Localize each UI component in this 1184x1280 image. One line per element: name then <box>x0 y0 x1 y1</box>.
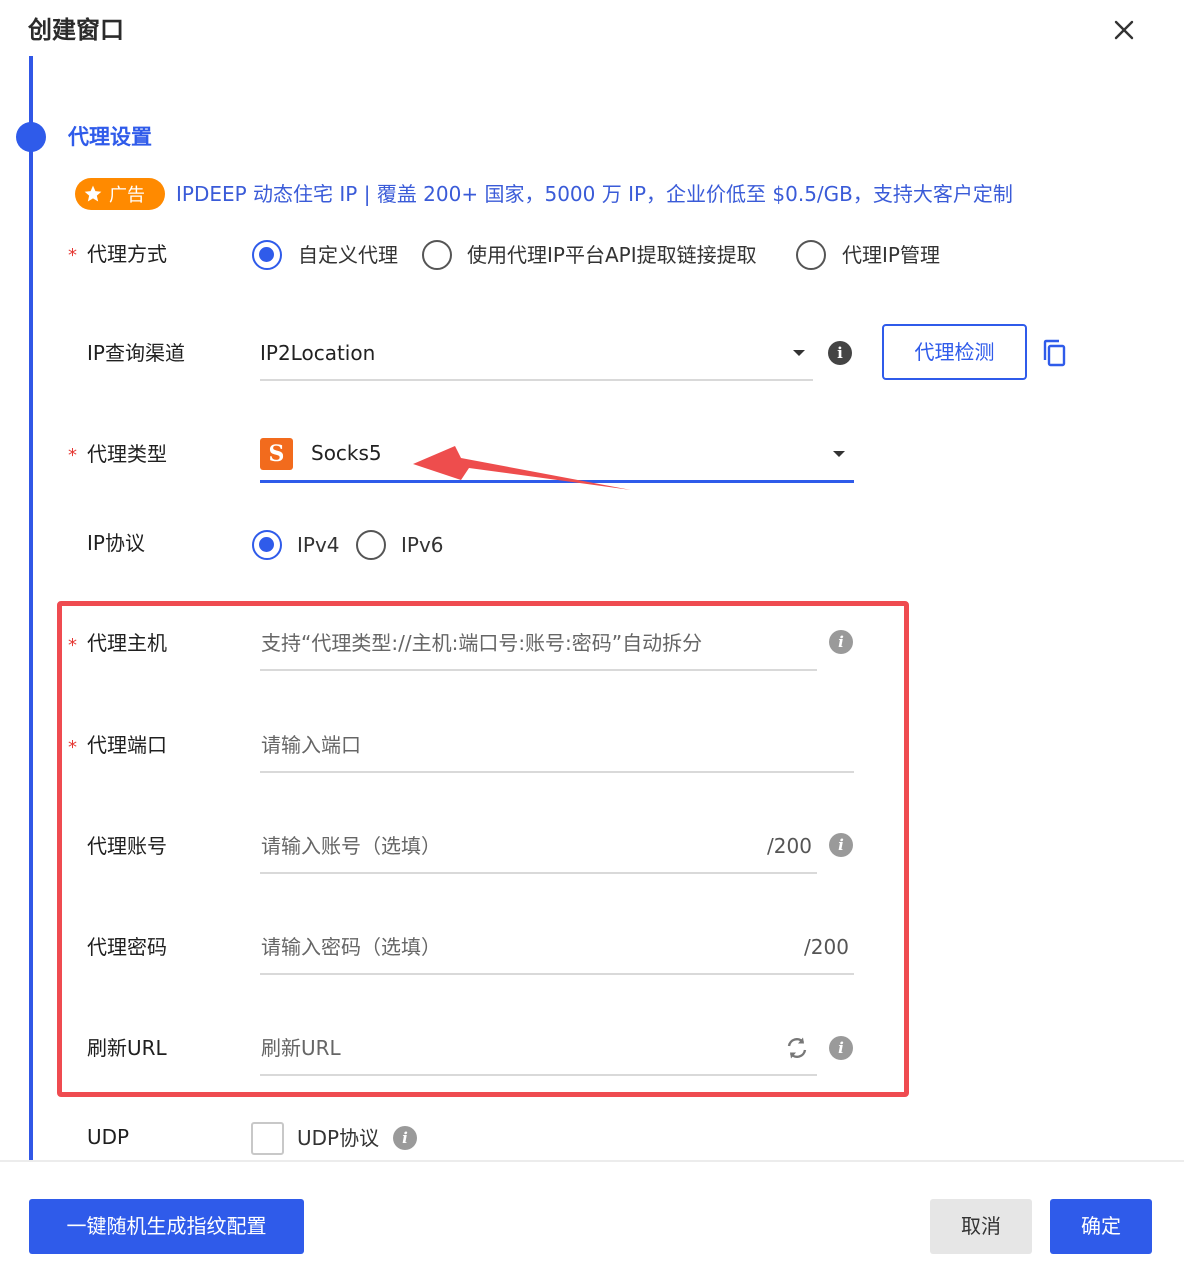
proxy-host-underline <box>260 669 817 671</box>
proxy-check-button[interactable]: 代理检测 <box>882 324 1027 380</box>
chevron-down-icon[interactable] <box>793 350 805 356</box>
proxy-host-label: 代理主机 <box>87 631 167 655</box>
radio-ipv4[interactable] <box>252 530 282 560</box>
proxy-port-input[interactable] <box>261 729 846 761</box>
refresh-url-input[interactable] <box>261 1032 771 1064</box>
radio-proxy-ip-manage[interactable] <box>796 240 826 270</box>
footer-divider <box>0 1160 1184 1162</box>
proxy-password-underline <box>260 973 854 975</box>
info-icon[interactable]: i <box>829 1036 853 1060</box>
radio-ipv6[interactable] <box>356 530 386 560</box>
timeline-line <box>29 56 33 1161</box>
proxy-port-underline <box>260 771 854 773</box>
radio-api-extract[interactable] <box>422 240 452 270</box>
radio-proxy-ip-manage-label[interactable]: 代理IP管理 <box>842 239 940 271</box>
ip-protocol-label: IP协议 <box>87 531 145 555</box>
confirm-button[interactable]: 确定 <box>1050 1199 1152 1254</box>
udp-checkbox-label[interactable]: UDP协议 <box>297 1122 379 1154</box>
ip-channel-select[interactable]: IP2Location <box>260 337 790 369</box>
cancel-button[interactable]: 取消 <box>930 1199 1032 1254</box>
ad-badge[interactable]: 广告 <box>75 178 165 210</box>
ip-channel-underline <box>260 379 813 381</box>
proxy-port-label: 代理端口 <box>87 733 167 757</box>
refresh-url-underline <box>260 1074 817 1076</box>
radio-custom-proxy[interactable] <box>252 240 282 270</box>
annotation-arrow <box>413 446 631 490</box>
socks-type-icon: S <box>260 438 293 470</box>
proxy-account-input[interactable] <box>261 830 751 862</box>
char-counter: /200 <box>804 935 849 959</box>
timeline-step-dot <box>16 122 46 152</box>
random-fingerprint-button[interactable]: 一键随机生成指纹配置 <box>29 1199 304 1254</box>
radio-ipv6-label[interactable]: IPv6 <box>401 529 444 561</box>
copy-icon[interactable] <box>1040 338 1070 368</box>
proxy-account-label: 代理账号 <box>87 834 167 858</box>
ip-channel-label: IP查询渠道 <box>87 341 185 365</box>
char-counter: /200 <box>767 834 812 858</box>
section-title: 代理设置 <box>68 125 152 149</box>
info-icon[interactable]: i <box>829 630 853 654</box>
chevron-down-icon[interactable] <box>833 451 845 457</box>
info-icon[interactable]: i <box>828 341 852 365</box>
radio-custom-proxy-label[interactable]: 自定义代理 <box>298 239 398 271</box>
star-icon <box>84 185 102 202</box>
required-mark: * <box>68 445 77 466</box>
radio-ipv4-label[interactable]: IPv4 <box>297 529 340 561</box>
close-icon <box>1114 20 1134 40</box>
radio-api-extract-label[interactable]: 使用代理IP平台API提取链接提取 <box>467 239 757 271</box>
proxy-type-label: 代理类型 <box>87 442 167 466</box>
required-mark: * <box>68 245 77 266</box>
required-mark: * <box>68 737 77 758</box>
refresh-icon[interactable] <box>784 1035 810 1061</box>
close-button[interactable] <box>1108 14 1140 46</box>
info-icon[interactable]: i <box>393 1126 417 1150</box>
udp-checkbox[interactable] <box>251 1122 284 1155</box>
proxy-password-input[interactable] <box>261 931 791 963</box>
proxy-host-input[interactable] <box>261 627 811 659</box>
ad-link[interactable]: IPDEEP 动态住宅 IP | 覆盖 200+ 国家，5000 万 IP，企业… <box>176 178 1013 210</box>
ad-badge-label: 广告 <box>109 185 145 206</box>
proxy-password-label: 代理密码 <box>87 935 167 959</box>
required-mark: * <box>68 635 77 656</box>
refresh-url-label: 刷新URL <box>87 1036 167 1060</box>
proxy-account-underline <box>260 872 817 874</box>
udp-label: UDP <box>87 1125 130 1149</box>
proxy-method-label: 代理方式 <box>87 242 167 266</box>
info-icon[interactable]: i <box>829 833 853 857</box>
dialog-title: 创建窗口 <box>28 16 124 44</box>
